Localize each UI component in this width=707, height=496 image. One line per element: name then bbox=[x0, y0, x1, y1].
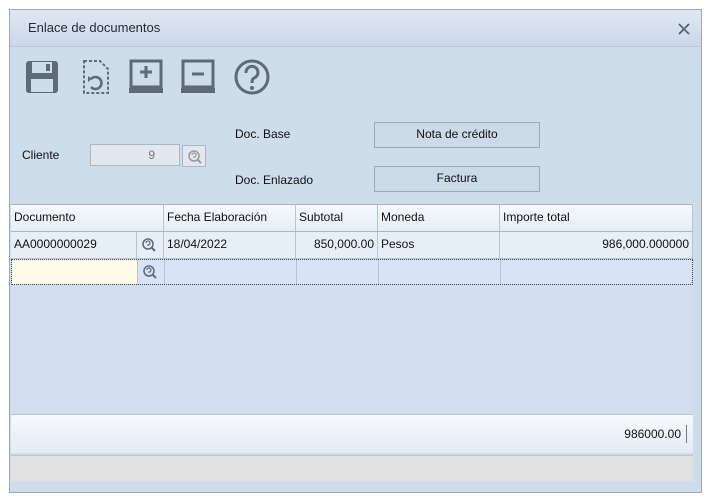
status-bar bbox=[11, 455, 693, 481]
cliente-lookup-button[interactable] bbox=[182, 145, 206, 167]
save-icon[interactable] bbox=[22, 57, 62, 97]
cell-fecha[interactable]: 18/04/2022 bbox=[164, 232, 296, 258]
cell-subtotal[interactable] bbox=[297, 260, 379, 284]
cell-importe[interactable]: 986,000.000000 bbox=[500, 232, 693, 258]
grid-header: Documento Fecha Elaboración Subtotal Mon… bbox=[11, 205, 693, 232]
col-moneda[interactable]: Moneda bbox=[378, 205, 500, 231]
doc-enlazado-label: Doc. Enlazado bbox=[235, 173, 314, 187]
cell-subtotal[interactable]: 850,000.00 bbox=[296, 232, 378, 258]
add-row-icon[interactable] bbox=[126, 57, 166, 97]
footer-divider bbox=[686, 425, 687, 443]
cell-documento[interactable]: AA0000000029 bbox=[11, 232, 137, 258]
cell-moneda[interactable]: Pesos bbox=[378, 232, 500, 258]
col-importe[interactable]: Importe total bbox=[500, 205, 693, 231]
documents-grid: Documento Fecha Elaboración Subtotal Mon… bbox=[11, 204, 693, 412]
doc-enlazado-field: Factura bbox=[374, 166, 540, 192]
cell-fecha[interactable] bbox=[165, 260, 297, 284]
cell-moneda[interactable] bbox=[379, 260, 501, 284]
close-icon[interactable] bbox=[677, 22, 691, 36]
lookup-icon bbox=[188, 150, 202, 164]
col-documento[interactable]: Documento bbox=[11, 205, 164, 231]
doc-base-field: Nota de crédito bbox=[374, 122, 540, 148]
col-subtotal[interactable]: Subtotal bbox=[296, 205, 378, 231]
window-title: Enlace de documentos bbox=[28, 20, 161, 35]
total-value: 986000.00 bbox=[624, 427, 681, 441]
cliente-field[interactable]: 9 bbox=[90, 144, 180, 166]
table-row[interactable]: AA0000000029 18/04/2022 850,000.00 Pesos… bbox=[11, 232, 693, 259]
title-bar: Enlace de documentos bbox=[10, 10, 701, 46]
row-lookup-button[interactable] bbox=[138, 260, 165, 284]
help-icon[interactable] bbox=[232, 57, 272, 97]
cell-documento-input[interactable] bbox=[12, 260, 138, 284]
lookup-icon bbox=[142, 238, 156, 252]
cliente-label: Cliente bbox=[22, 148, 60, 162]
header-form: Cliente 9 Doc. Base Nota de crédito Doc.… bbox=[10, 110, 701, 206]
refresh-document-icon[interactable] bbox=[76, 57, 116, 97]
table-row-new[interactable] bbox=[11, 259, 693, 285]
col-fecha[interactable]: Fecha Elaboración bbox=[164, 205, 296, 231]
row-lookup-button[interactable] bbox=[137, 232, 164, 258]
grid-footer: 986000.00 bbox=[11, 414, 693, 453]
remove-row-icon[interactable] bbox=[178, 57, 218, 97]
doc-base-label: Doc. Base bbox=[235, 127, 291, 141]
cell-importe[interactable] bbox=[501, 260, 692, 284]
lookup-icon bbox=[143, 265, 157, 279]
toolbar bbox=[10, 46, 701, 112]
